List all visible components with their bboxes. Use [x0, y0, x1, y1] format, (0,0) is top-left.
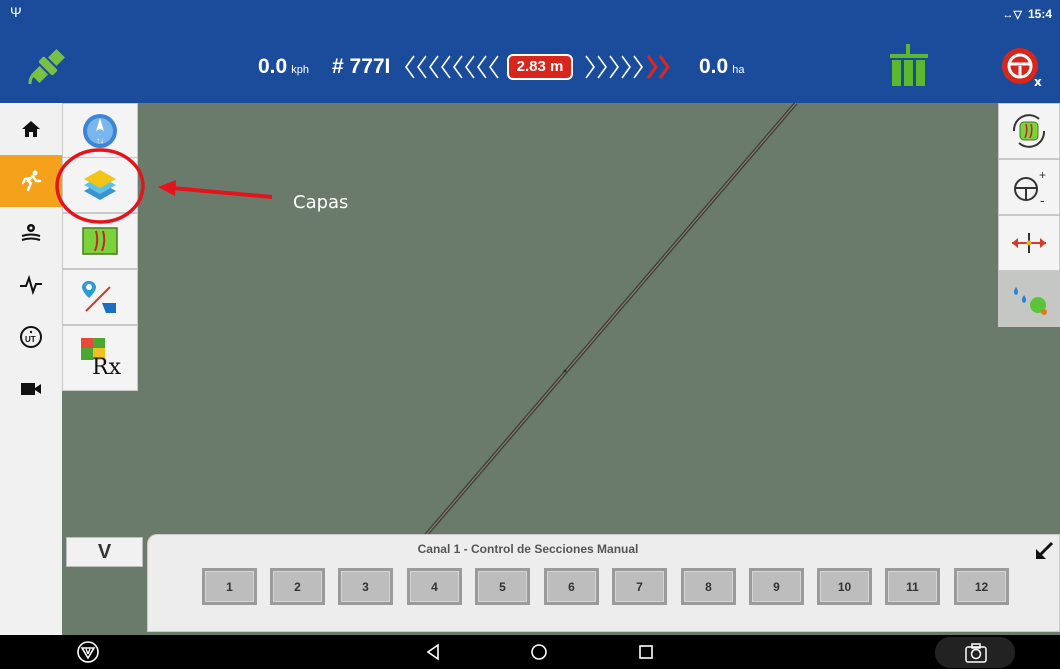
- collapse-arrow-icon[interactable]: [1034, 541, 1054, 566]
- home-circle-icon[interactable]: [530, 643, 548, 666]
- section-button-12[interactable]: 12: [954, 568, 1009, 605]
- section-panel-title: Canal 1 - Control de Secciones Manual: [417, 542, 639, 556]
- section-button-8[interactable]: 8: [681, 568, 736, 605]
- svg-text:+: +: [1039, 168, 1046, 182]
- spray-drops-icon: [1014, 287, 1047, 315]
- section-button-11[interactable]: 11: [885, 568, 940, 605]
- tool-nudge[interactable]: [998, 215, 1060, 271]
- section-button-9[interactable]: 9: [749, 568, 804, 605]
- section-button-6[interactable]: 6: [544, 568, 599, 605]
- section-button-2[interactable]: 2: [270, 568, 325, 605]
- android-nav-bar: [0, 635, 1060, 668]
- screenshot-button[interactable]: [935, 637, 1015, 668]
- section-button-7[interactable]: 7: [612, 568, 667, 605]
- section-button-1[interactable]: 1: [202, 568, 257, 605]
- section-button-10[interactable]: 10: [817, 568, 872, 605]
- power-off-icon[interactable]: [76, 640, 100, 669]
- steering-wheel-adjust-icon: +-: [1014, 168, 1046, 207]
- tool-steering-sensitivity[interactable]: + -: [998, 159, 1060, 215]
- back-icon[interactable]: [424, 643, 442, 666]
- section-button-3[interactable]: 3: [338, 568, 393, 605]
- guidance-cycle-icon: [1012, 114, 1046, 148]
- tool-product-rate[interactable]: [998, 271, 1060, 327]
- svg-text:-: -: [1040, 192, 1045, 207]
- recent-apps-icon[interactable]: [638, 644, 654, 665]
- sections-toggle-button[interactable]: V: [66, 537, 143, 567]
- annotation-label: Capas: [293, 192, 349, 213]
- section-button-4[interactable]: 4: [407, 568, 462, 605]
- nudge-arrows-icon: [1012, 233, 1046, 253]
- screenshot-camera-icon: [965, 643, 987, 663]
- tool-swap-guidance[interactable]: [998, 103, 1060, 159]
- section-button-5[interactable]: 5: [475, 568, 530, 605]
